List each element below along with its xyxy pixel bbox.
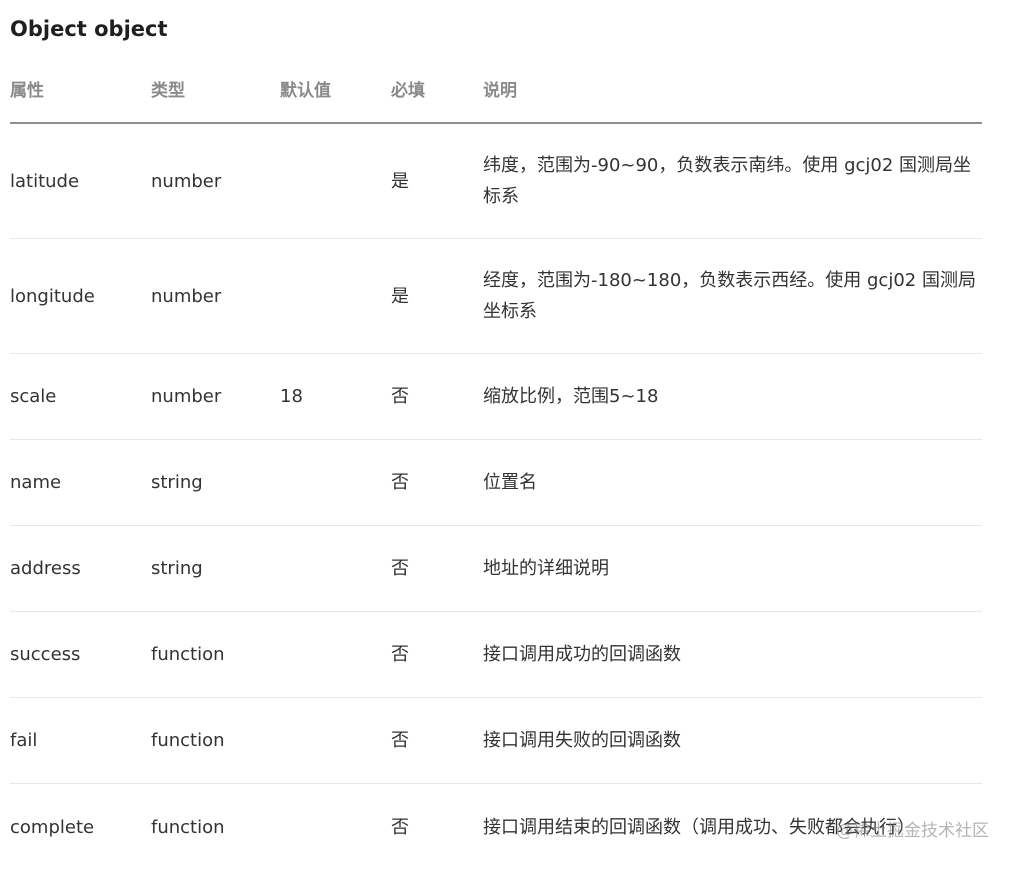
cell-description: 地址的详细说明	[483, 526, 982, 612]
table-row: scale number 18 否 缩放比例，范围5~18	[10, 354, 982, 440]
header-row: 属性 类型 默认值 必填 说明	[10, 54, 982, 123]
cell-description: 经度，范围为-180~180，负数表示西经。使用 gcj02 国测局坐标系	[483, 239, 982, 354]
table-row: address string 否 地址的详细说明	[10, 526, 982, 612]
cell-required: 否	[391, 440, 483, 526]
cell-required: 否	[391, 526, 483, 612]
cell-default	[280, 440, 391, 526]
cell-default	[280, 698, 391, 784]
document-page: Object object 属性 类型 默认值 必填 说明 latitude n…	[10, 0, 982, 870]
cell-type: number	[151, 123, 280, 239]
params-table: 属性 类型 默认值 必填 说明 latitude number 是 纬度，范围为…	[10, 54, 982, 870]
cell-description: 纬度，范围为-90~90，负数表示南纬。使用 gcj02 国测局坐标系	[483, 123, 982, 239]
cell-description: 位置名	[483, 440, 982, 526]
cell-property: fail	[10, 698, 151, 784]
cell-type: number	[151, 354, 280, 440]
cell-type: function	[151, 612, 280, 698]
cell-type: function	[151, 784, 280, 870]
table-body: latitude number 是 纬度，范围为-90~90，负数表示南纬。使用…	[10, 123, 982, 870]
cell-required: 否	[391, 698, 483, 784]
table-row: success function 否 接口调用成功的回调函数	[10, 612, 982, 698]
cell-description: 接口调用成功的回调函数	[483, 612, 982, 698]
cell-required: 否	[391, 354, 483, 440]
cell-property: success	[10, 612, 151, 698]
table-row: longitude number 是 经度，范围为-180~180，负数表示西经…	[10, 239, 982, 354]
section-title: Object object	[10, 0, 982, 54]
cell-default	[280, 123, 391, 239]
cell-required: 否	[391, 784, 483, 870]
cell-default	[280, 612, 391, 698]
cell-type: string	[151, 440, 280, 526]
cell-property: scale	[10, 354, 151, 440]
table-row: fail function 否 接口调用失败的回调函数	[10, 698, 982, 784]
cell-type: number	[151, 239, 280, 354]
table-row: name string 否 位置名	[10, 440, 982, 526]
header-description: 说明	[483, 54, 982, 123]
table-header: 属性 类型 默认值 必填 说明	[10, 54, 982, 123]
cell-property: name	[10, 440, 151, 526]
cell-type: function	[151, 698, 280, 784]
cell-default	[280, 239, 391, 354]
cell-type: string	[151, 526, 280, 612]
cell-description: 接口调用失败的回调函数	[483, 698, 982, 784]
table-row: latitude number 是 纬度，范围为-90~90，负数表示南纬。使用…	[10, 123, 982, 239]
header-required: 必填	[391, 54, 483, 123]
cell-required: 是	[391, 239, 483, 354]
header-property: 属性	[10, 54, 151, 123]
cell-property: address	[10, 526, 151, 612]
watermark: @稀土掘金技术社区	[836, 816, 989, 841]
cell-property: latitude	[10, 123, 151, 239]
cell-default	[280, 526, 391, 612]
cell-property: longitude	[10, 239, 151, 354]
header-type: 类型	[151, 54, 280, 123]
cell-required: 是	[391, 123, 483, 239]
cell-default	[280, 784, 391, 870]
cell-description: 缩放比例，范围5~18	[483, 354, 982, 440]
header-default: 默认值	[280, 54, 391, 123]
cell-required: 否	[391, 612, 483, 698]
cell-property: complete	[10, 784, 151, 870]
cell-default: 18	[280, 354, 391, 440]
